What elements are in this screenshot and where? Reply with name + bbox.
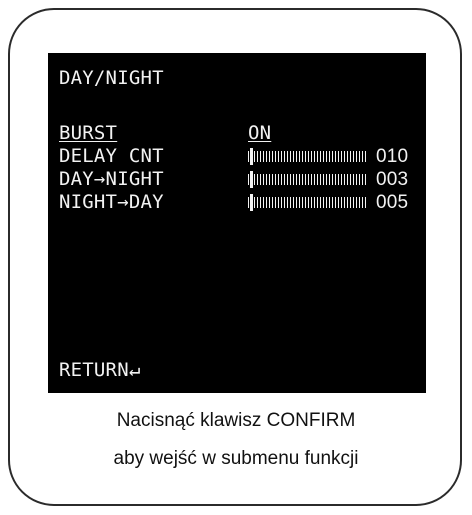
day-to-night-slider[interactable] bbox=[248, 174, 366, 185]
menu-title: DAY/NIGHT bbox=[59, 67, 164, 89]
day-to-night-value: 003 bbox=[376, 169, 409, 190]
burst-value[interactable]: ON bbox=[248, 122, 271, 145]
return-item[interactable]: RETURN↵ bbox=[59, 359, 140, 382]
menu-item-label: NIGHT→DAY bbox=[59, 191, 164, 213]
delay-cnt-slider-thumb[interactable] bbox=[250, 148, 253, 165]
delay-cnt-slider[interactable] bbox=[248, 151, 366, 162]
menu-item-night-to-day[interactable]: NIGHT→DAY 005 bbox=[48, 191, 426, 214]
osd-screen: DAY/NIGHT BURST ON DELAY CNT 010 DAY→NIG… bbox=[48, 53, 426, 393]
night-to-day-slider-thumb[interactable] bbox=[250, 194, 253, 211]
menu-item-label: DELAY CNT bbox=[59, 145, 164, 167]
day-to-night-slider-thumb[interactable] bbox=[250, 171, 253, 188]
menu-item-label: DAY→NIGHT bbox=[59, 168, 164, 190]
menu-item-delay-cnt[interactable]: DELAY CNT 010 bbox=[48, 145, 426, 168]
caption-line-1: Nacisnąć klawisz CONFIRM bbox=[116, 410, 356, 431]
menu-item-burst[interactable]: BURST ON bbox=[48, 122, 426, 145]
menu-item-day-to-night[interactable]: DAY→NIGHT 003 bbox=[48, 168, 426, 191]
delay-cnt-value: 010 bbox=[376, 146, 409, 167]
caption-line-2: aby wejść w submenu funkcji bbox=[113, 448, 359, 469]
night-to-day-slider[interactable] bbox=[248, 197, 366, 208]
menu-item-label: BURST bbox=[59, 122, 118, 144]
night-to-day-value: 005 bbox=[376, 192, 409, 213]
